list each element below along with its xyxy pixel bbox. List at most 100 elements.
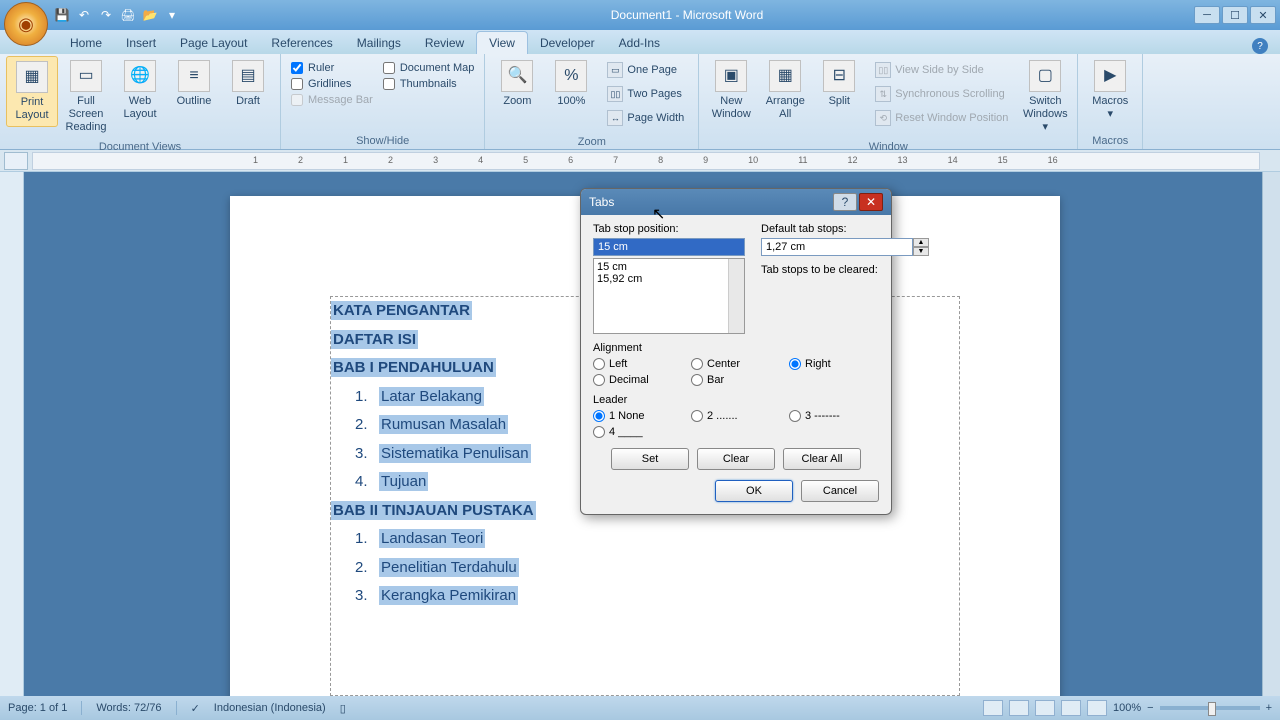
tab-home[interactable]: Home [58, 32, 114, 54]
default-tab-stops-input[interactable] [761, 238, 913, 256]
alignment-label: Alignment [593, 342, 879, 354]
qat-print-icon[interactable]: 🖨 [120, 7, 136, 23]
document-line[interactable]: 3.Kerangka Pemikiran [331, 582, 959, 611]
web-layout-button[interactable]: 🌐Web Layout [114, 56, 166, 125]
zoom-100-button[interactable]: %100% [545, 56, 597, 112]
ok-button[interactable]: OK [715, 480, 793, 502]
list-item[interactable]: 15 cm [597, 261, 741, 273]
group-zoom: 🔍Zoom %100% ▭One Page ▯▯Two Pages ↔Page … [485, 54, 699, 149]
zoom-button[interactable]: 🔍Zoom [491, 56, 543, 112]
document-line[interactable]: 2.Penelitian Terdahulu [331, 554, 959, 583]
arrange-all-button[interactable]: ▦Arrange All [759, 56, 811, 125]
zoom-level[interactable]: 100% [1113, 702, 1141, 714]
status-words[interactable]: Words: 72/76 [96, 702, 161, 714]
tab-stop-list[interactable]: 15 cm 15,92 cm [593, 258, 745, 334]
qat-open-icon[interactable]: 📂 [142, 7, 158, 23]
status-bar: Page: 1 of 1 Words: 72/76 ✓ Indonesian (… [0, 696, 1280, 720]
one-page-button[interactable]: ▭One Page [603, 60, 688, 80]
ruler-checkbox[interactable]: Ruler [291, 62, 373, 74]
tab-page-layout[interactable]: Page Layout [168, 32, 259, 54]
align-left-radio[interactable]: Left [593, 358, 683, 370]
leader-4-radio[interactable]: 4 ____ [593, 426, 683, 438]
zoom-slider[interactable] [1160, 706, 1260, 710]
outline-button[interactable]: ≡Outline [168, 56, 220, 112]
qat-more-icon[interactable]: ▾ [164, 7, 180, 23]
clear-all-button[interactable]: Clear All [783, 448, 861, 470]
dialog-titlebar[interactable]: Tabs ? ✕ [581, 189, 891, 215]
spin-down-icon[interactable]: ▼ [913, 247, 929, 256]
vertical-scrollbar[interactable] [1262, 172, 1280, 696]
align-bar-radio[interactable]: Bar [691, 374, 781, 386]
alignment-group: Left Center Right Decimal Bar [593, 358, 879, 386]
zoom-in-button[interactable]: + [1266, 702, 1272, 714]
dialog-help-button[interactable]: ? [833, 193, 857, 211]
group-document-views: ▦Print Layout ▭Full Screen Reading 🌐Web … [0, 54, 281, 149]
view-draft-icon[interactable] [1087, 700, 1107, 716]
tabs-dialog: Tabs ? ✕ Tab stop position: 15 cm 15,92 … [580, 188, 892, 515]
close-button[interactable]: ✕ [1250, 6, 1276, 24]
document-map-checkbox[interactable]: Document Map [383, 62, 475, 74]
help-icon[interactable]: ? [1252, 38, 1268, 54]
cancel-button[interactable]: Cancel [801, 480, 879, 502]
tab-add-ins[interactable]: Add-Ins [607, 32, 672, 54]
view-fullscreen-icon[interactable] [1009, 700, 1029, 716]
office-button[interactable]: ◉ [4, 2, 48, 46]
horizontal-ruler[interactable]: 1212345678910111213141516 [32, 152, 1260, 170]
tab-references[interactable]: References [259, 32, 344, 54]
print-layout-button[interactable]: ▦Print Layout [6, 56, 58, 127]
align-decimal-radio[interactable]: Decimal [593, 374, 683, 386]
tab-developer[interactable]: Developer [528, 32, 607, 54]
qat-save-icon[interactable]: 💾 [54, 7, 70, 23]
group-label: Zoom [491, 134, 692, 150]
macros-button[interactable]: ▶Macros▾ [1084, 56, 1136, 125]
clear-button[interactable]: Clear [697, 448, 775, 470]
new-window-button[interactable]: ▣New Window [705, 56, 757, 125]
view-print-layout-icon[interactable] [983, 700, 1003, 716]
set-button[interactable]: Set [611, 448, 689, 470]
switch-windows-button[interactable]: ▢Switch Windows▾ [1019, 56, 1071, 139]
list-item[interactable]: 15,92 cm [597, 273, 741, 285]
leader-label: Leader [593, 394, 879, 406]
qat-redo-icon[interactable]: ↷ [98, 7, 114, 23]
view-side-by-side-button: ▯▯View Side by Side [871, 60, 1013, 80]
tab-insert[interactable]: Insert [114, 32, 168, 54]
full-screen-reading-button[interactable]: ▭Full Screen Reading [60, 56, 112, 139]
leader-1-radio[interactable]: 1 None [593, 410, 683, 422]
spin-up-icon[interactable]: ▲ [913, 238, 929, 247]
align-center-radio[interactable]: Center [691, 358, 781, 370]
tab-review[interactable]: Review [413, 32, 476, 54]
leader-2-radio[interactable]: 2 ....... [691, 410, 781, 422]
tab-stop-position-input[interactable] [593, 238, 745, 256]
default-tab-stops-spinner[interactable]: ▲▼ [761, 238, 929, 256]
ruler-row: 1212345678910111213141516 [0, 150, 1280, 172]
default-tab-stops-label: Default tab stops: [761, 223, 929, 235]
page-width-button[interactable]: ↔Page Width [603, 108, 688, 128]
insert-mode-icon[interactable]: ▯ [340, 702, 346, 715]
maximize-button[interactable]: ☐ [1222, 6, 1248, 24]
ruler-corner[interactable] [4, 152, 28, 170]
group-label: Macros [1084, 133, 1136, 149]
align-right-radio[interactable]: Right [789, 358, 879, 370]
qat-undo-icon[interactable]: ↶ [76, 7, 92, 23]
document-line[interactable]: 1.Landasan Teori [331, 525, 959, 554]
tab-view[interactable]: View [476, 31, 528, 54]
dialog-close-button[interactable]: ✕ [859, 193, 883, 211]
minimize-button[interactable]: ─ [1194, 6, 1220, 24]
view-outline-icon[interactable] [1061, 700, 1081, 716]
status-page[interactable]: Page: 1 of 1 [8, 702, 67, 714]
two-pages-button[interactable]: ▯▯Two Pages [603, 84, 688, 104]
split-button[interactable]: ⊟Split [813, 56, 865, 112]
draft-button[interactable]: ▤Draft [222, 56, 274, 112]
proofing-icon[interactable]: ✓ [191, 702, 200, 715]
window-title: Document1 - Microsoft Word [180, 8, 1194, 22]
zoom-out-button[interactable]: − [1147, 702, 1153, 714]
view-web-icon[interactable] [1035, 700, 1055, 716]
leader-3-radio[interactable]: 3 ------- [789, 410, 879, 422]
quick-access-toolbar: 💾 ↶ ↷ 🖨 📂 ▾ [54, 7, 180, 23]
tab-mailings[interactable]: Mailings [345, 32, 413, 54]
tab-stop-position-label: Tab stop position: [593, 223, 745, 235]
vertical-ruler[interactable] [0, 172, 24, 696]
gridlines-checkbox[interactable]: Gridlines [291, 78, 373, 90]
status-language[interactable]: Indonesian (Indonesia) [214, 702, 326, 714]
thumbnails-checkbox[interactable]: Thumbnails [383, 78, 475, 90]
